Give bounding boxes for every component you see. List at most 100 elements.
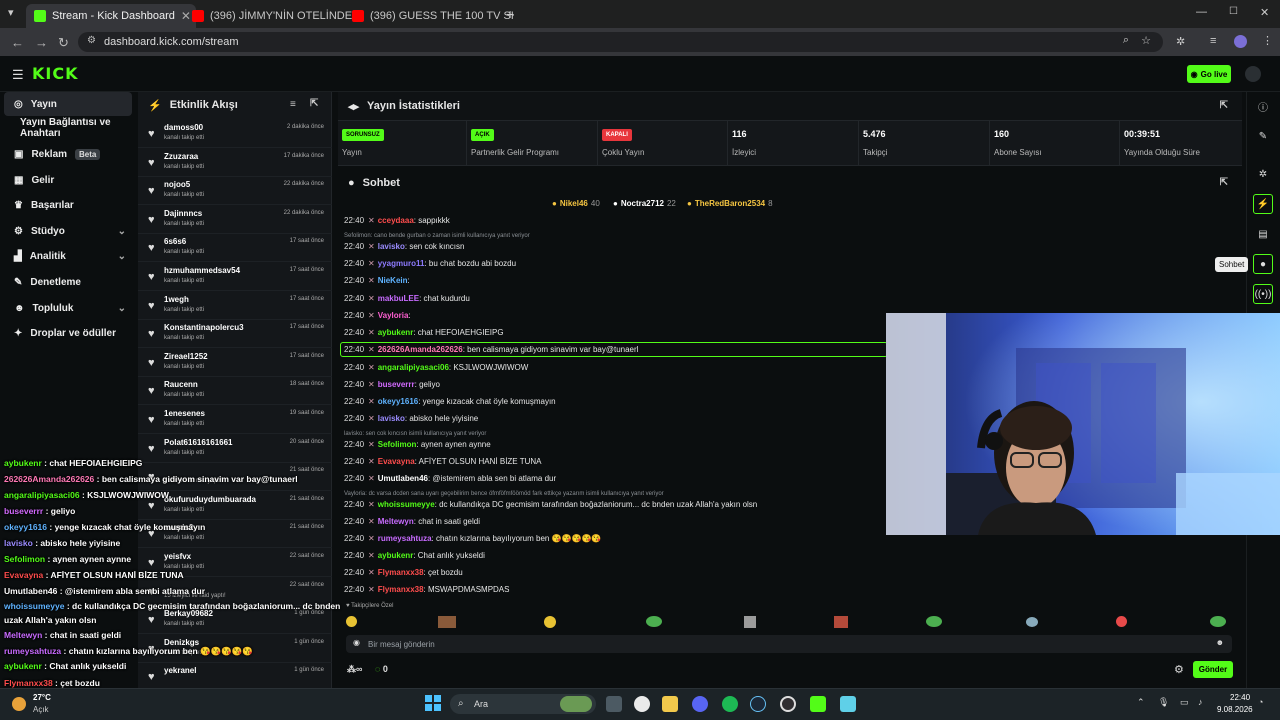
chat-bubble-icon[interactable]: ● xyxy=(1253,254,1273,274)
pinned-gifter[interactable]: ● Noctra2712 22 xyxy=(613,199,676,208)
volume-icon[interactable]: ♪ xyxy=(1198,697,1203,707)
activity-item[interactable]: ♥ Polat61616161661 kanalı takip etti 20 saa… xyxy=(138,435,332,463)
chat-username[interactable]: lavisko xyxy=(378,414,405,423)
chat-message[interactable]: 22:40 ✕ Meltewyn: chat in saati geldi xyxy=(344,517,480,526)
chat-message[interactable]: 22:40 ✕ aybukenr: Chat anlık yukseldi xyxy=(344,551,485,560)
chat-username[interactable]: buseverrr xyxy=(378,380,415,389)
chat-username[interactable]: lavisko xyxy=(378,242,405,251)
chat-message[interactable]: 22:40 ✕ yyagmuro11: bu chat bozdu abi bozd… xyxy=(344,259,516,268)
reload-icon[interactable]: ↻ xyxy=(58,35,69,51)
chat-message-input[interactable]: ◉ Bir mesaj gönderin ☻ xyxy=(346,635,1232,653)
chat-username[interactable]: rumeysahtuza xyxy=(378,534,432,543)
activity-item[interactable]: ♥ Zireael1252 kanalı takip etti 17 saat önc… xyxy=(138,349,332,377)
emote-icon[interactable] xyxy=(926,616,942,627)
minimize-icon[interactable]: — xyxy=(1196,6,1207,18)
chat-username[interactable]: Sefolimon xyxy=(378,440,417,449)
sidebar-item-yayin[interactable]: ◎ Yayın xyxy=(4,92,132,116)
zoom-icon[interactable]: ⌕ xyxy=(1123,34,1129,47)
forward-icon[interactable]: → xyxy=(35,35,48,50)
sidebar-item-analitik[interactable]: ▟ Analitik ⌄ xyxy=(4,244,132,268)
kick-logo[interactable]: KICK xyxy=(32,64,79,83)
task-view-icon[interactable] xyxy=(606,696,622,712)
activity-item[interactable]: ♥ nojoo5 kanalı takip etti 22 dakika önce xyxy=(138,177,332,206)
chat-message[interactable]: 22:40 ✕ okeyy1616: yenge kızacak chat öyle… xyxy=(344,397,556,406)
activity-item[interactable]: ♥ 6s6s6 kanalı takip etti 17 saat önce xyxy=(138,234,332,263)
activity-item[interactable]: ♥ 1wegh kanalı takip etti 17 saat önce xyxy=(138,292,332,320)
emote-icon[interactable] xyxy=(544,616,556,628)
activity-item[interactable]: ♥ damoss00 kanalı takip etti 2 dakika önce xyxy=(138,120,332,148)
file-explorer-icon[interactable] xyxy=(662,696,678,712)
sidebar-item-basarilar[interactable]: ♛ Başarılar xyxy=(4,193,132,217)
activity-feed-icon[interactable]: ⚡ xyxy=(1253,194,1273,214)
popout-icon[interactable]: ⇱ xyxy=(1220,100,1228,111)
go-live-button[interactable]: ◉ Go live xyxy=(1187,65,1231,83)
chat-username[interactable]: aybukenr xyxy=(378,551,414,560)
chat-message[interactable]: 22:40 ✕ Flymanxx38: MSWAPDMASMPDAS xyxy=(344,585,509,594)
site-info-icon[interactable]: ⚙ xyxy=(87,35,96,46)
share-icon[interactable]: ⁂∞ xyxy=(347,664,362,674)
hamburger-menu-icon[interactable]: ☰ xyxy=(12,67,24,83)
close-window-icon[interactable]: ✕ xyxy=(1260,6,1269,19)
activity-item[interactable]: ♥ Dajinnncs kanalı takip etti 22 dakika önc… xyxy=(138,206,332,234)
weather-temp[interactable]: 27°C xyxy=(33,693,51,702)
chat-message[interactable]: 22:40 ✕ Vayloria: xyxy=(344,311,411,320)
chat-username[interactable]: 262626Amanda262626 xyxy=(378,345,463,354)
chat-username[interactable]: aybukenr xyxy=(378,328,414,337)
chat-message[interactable]: 22:40 ✕ rumeysahtuza: chatın kızlarına bay… xyxy=(344,534,601,543)
broadcast-waves-icon[interactable]: ((•)) xyxy=(1253,284,1273,304)
sidebar-item-denetleme[interactable]: ✎ Denetleme xyxy=(4,270,132,294)
chat-username[interactable]: angaralipiyasaci06 xyxy=(378,363,449,372)
emote-icon[interactable] xyxy=(646,616,662,627)
chat-message[interactable]: 22:40 ✕ Umutlaben46: @istemirem abla sen b… xyxy=(344,474,556,483)
settings-cog-icon[interactable]: ✲ xyxy=(1253,164,1273,184)
chat-message[interactable]: 22:40 ✕ buseverrr: geliyo xyxy=(344,380,440,389)
popout-icon[interactable]: ⇱ xyxy=(310,98,318,109)
chat-message[interactable]: 22:40 ✕ cceydaaa: sappıkkk xyxy=(344,216,450,225)
chat-message[interactable]: 22:40 ✕ lavisko: sen cok kıncısn xyxy=(344,242,464,251)
chat-username[interactable]: cceydaaa xyxy=(378,216,414,225)
pinned-gifter[interactable]: ● Nikel46 40 xyxy=(552,199,600,208)
profile-avatar[interactable] xyxy=(1234,35,1247,48)
chat-username[interactable]: makbuLEE xyxy=(378,294,419,303)
tab-list-icon[interactable]: ▾ xyxy=(8,6,14,19)
document-icon[interactable]: ▤ xyxy=(1253,224,1273,244)
tray-chevron-up-icon[interactable]: ⌃ xyxy=(1137,697,1145,708)
send-message-button[interactable]: Gönder xyxy=(1193,661,1233,678)
activity-item[interactable]: ♥ Zzuzaraa kanalı takip etti 17 dakika önce xyxy=(138,149,332,177)
notepad-icon[interactable] xyxy=(840,696,856,712)
chat-username[interactable]: Flymanxx38 xyxy=(378,568,424,577)
obs-icon[interactable] xyxy=(780,696,796,712)
microphone-icon[interactable]: 🎙 xyxy=(1158,697,1169,708)
popout-icon[interactable]: ⇱ xyxy=(1220,177,1228,188)
network-icon[interactable]: ▭ xyxy=(1180,697,1189,708)
maximize-icon[interactable]: ☐ xyxy=(1229,6,1238,17)
chat-message[interactable]: 22:40 ✕ angaralipiyasaci06: KSJLWOWJWIWOW xyxy=(344,363,528,372)
extensions-icon[interactable]: ✲ xyxy=(1176,35,1185,48)
chat-message[interactable]: 22:40 ✕ makbuLEE: chat kudurdu xyxy=(344,294,470,303)
kick-app-icon[interactable] xyxy=(810,696,826,712)
emote-icon[interactable] xyxy=(1210,616,1226,627)
clock-date[interactable]: 9.08.2026 xyxy=(1217,705,1253,714)
emoji-picker-icon[interactable]: ☻ xyxy=(1216,638,1224,647)
chrome-icon[interactable] xyxy=(634,696,650,712)
emote-icon[interactable] xyxy=(438,616,456,628)
spotify-icon[interactable] xyxy=(722,696,738,712)
edit-icon[interactable]: ✎ xyxy=(1253,126,1273,146)
back-icon[interactable]: ← xyxy=(11,35,24,50)
sidebar-item-gelir[interactable]: ▦ Gelir xyxy=(4,168,132,192)
sidebar-item-reklam[interactable]: ▣ Reklam Beta xyxy=(4,142,132,166)
activity-item[interactable]: ♥ Raucenn kanalı takip etti 18 saat önce xyxy=(138,377,332,406)
steam-icon[interactable] xyxy=(750,696,766,712)
emote-icon[interactable] xyxy=(744,616,756,628)
chat-message[interactable]: 22:40 ✕ Evavayna: AFİYET OLSUN HANİ BİZE T… xyxy=(344,457,542,466)
chat-message[interactable]: 22:40 ✕ 262626Amanda262626: ben calismaya … xyxy=(344,345,638,354)
pinned-gifter[interactable]: ● TheRedBaron2534 8 xyxy=(687,199,773,208)
points-icon[interactable]: ◌ xyxy=(375,664,380,674)
chat-message[interactable]: 22:40 ✕ Sefolimon: aynen aynen aynne xyxy=(344,440,491,449)
media-icon[interactable]: ≡ xyxy=(1210,35,1216,47)
sidebar-item-topluluk[interactable]: ☻ Topluluk ⌄ xyxy=(4,296,132,320)
chat-username[interactable]: yyagmuro11 xyxy=(378,259,425,268)
sidebar-item-droplar[interactable]: ✦ Droplar ve ödüller xyxy=(4,321,132,345)
emote-icon[interactable] xyxy=(346,616,357,627)
chat-username[interactable]: Flymanxx38 xyxy=(378,585,424,594)
